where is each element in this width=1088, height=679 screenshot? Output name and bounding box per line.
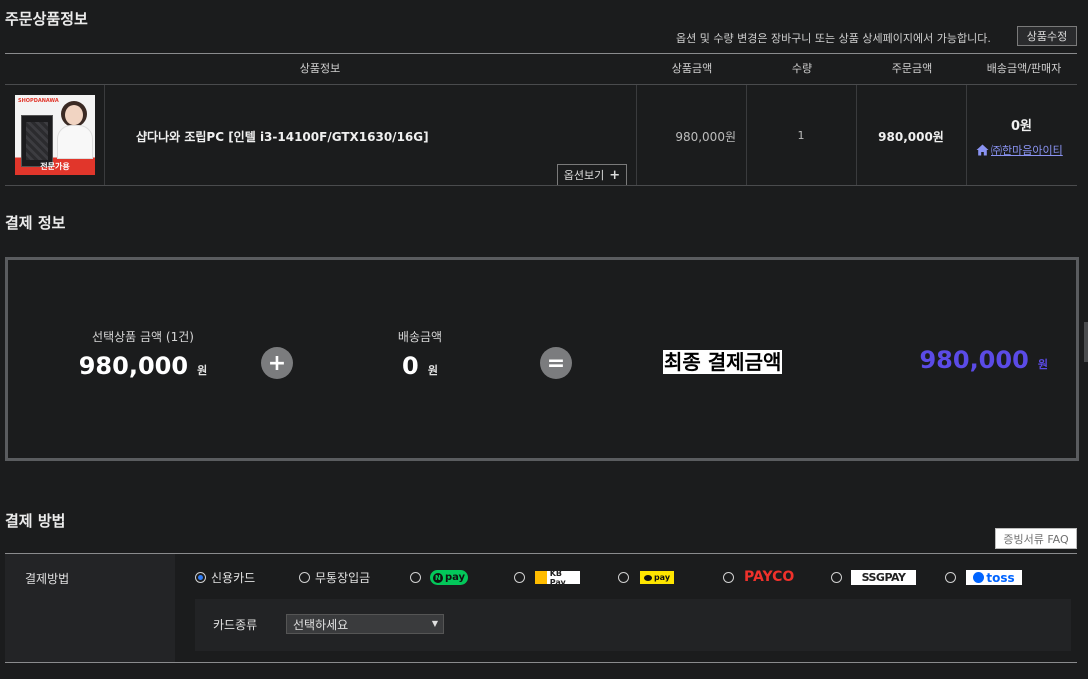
credit-card-label[interactable]: 신용카드 [211,569,255,586]
order-table-bottom-border [5,185,1077,186]
shipping-total: 0 원 [370,352,470,380]
final-amount-label: 최종 결제금액 [663,350,783,374]
won-unit: 원 [197,364,208,377]
product-thumbnail[interactable]: SHOPDANAWA 전문가용 [15,95,95,175]
seller-name: ㈜한마음아이티 [991,144,1063,157]
radio-payco[interactable] [723,572,734,583]
toss-text: toss [986,570,1015,585]
kb-pay-logo[interactable]: KB Pay [535,568,580,587]
won-unit: 원 [427,364,438,377]
home-icon [976,144,989,156]
radio-naver-pay[interactable] [410,572,421,583]
naver-n-icon: N [432,572,443,583]
product-quantity: 1 [797,129,805,142]
product-price: 980,000원 [675,130,736,144]
radio-bank-transfer[interactable] [299,572,310,583]
kakao-pay-text: pay [653,573,671,582]
shipping-total-value: 0 [402,352,419,380]
column-order-amount: 주문금액 [891,62,933,75]
radio-credit-card[interactable] [195,572,206,583]
radio-kakao-pay[interactable] [618,572,629,583]
toss-circle-icon [973,572,985,583]
row-divider [104,85,105,185]
thumb-badge: 전문가용 [40,161,70,171]
bank-transfer-label[interactable]: 무통장입금 [315,569,370,586]
radio-kb-pay[interactable] [514,572,525,583]
payment-method-title: 결제 방법 [5,512,66,530]
won-unit: 원 [1037,358,1048,371]
model-body-image [57,125,93,159]
view-options-button[interactable]: 옵션보기 + [557,164,627,186]
row-divider [966,85,967,185]
order-notice: 옵션 및 수량 변경은 장바구니 또는 상품 상세페이지에서 가능합니다. [676,32,991,45]
radio-ssg-pay[interactable] [831,572,842,583]
ssg-pay-logo[interactable]: SSGPAY [851,570,916,585]
toss-logo[interactable]: toss [966,570,1022,585]
payment-method-label: 결제방법 [25,572,70,586]
payco-logo[interactable]: PAYCO [744,569,794,585]
model-face-image [65,105,83,125]
kakao-pay-logo[interactable]: pay [640,571,674,584]
shipping-amount-label: 배송금액 [397,330,443,344]
shipping-amount: 0원 [1010,119,1032,134]
order-amount: 980,000원 [878,130,944,144]
payment-table-bottom-border [5,662,1077,663]
scroll-handle[interactable] [1084,322,1088,362]
selected-amount-value: 980,000 [78,352,189,380]
thumb-brand-logo: SHOPDANAWA [18,98,59,104]
column-product-info: 상품정보 [299,62,341,75]
order-table-header-divider [5,84,1077,85]
radio-toss[interactable] [945,572,956,583]
payment-info-title: 결제 정보 [5,214,66,232]
order-table-top-border [5,53,1077,54]
product-name-link[interactable]: 샵다나와 조립PC [인텔 i3-14100F/GTX1630/16G] [136,128,429,145]
edit-product-button[interactable]: 상품수정 [1017,26,1077,46]
kakao-bubble-icon [643,574,652,581]
final-amount: 980,000 원 [908,346,1048,374]
naver-pay-text: pay [444,572,466,583]
card-type-select-value: 선택하세요 [293,617,349,632]
naver-pay-logo[interactable]: N pay [430,570,468,585]
plus-icon: + [609,167,621,183]
order-section-title: 주문상품정보 [5,10,88,28]
kb-pay-text: KB Pay [549,568,566,587]
column-shipping-seller: 배송금액/판매자 [986,62,1062,75]
column-product-price: 상품금액 [671,62,713,75]
kb-star-icon [535,571,547,584]
final-amount-value: 980,000 [919,346,1029,374]
card-type-panel: 카드종류 선택하세요 ▼ [195,599,1071,651]
payment-summary-box: 선택상품 금액 (1건) 980,000 원 + 배송금액 0 원 = 최종 결… [5,257,1079,461]
equals-icon: = [540,347,572,379]
receipt-faq-button[interactable]: 증빙서류 FAQ [995,528,1077,549]
seller-link[interactable]: ㈜한마음아이티 [976,142,1063,158]
plus-icon: + [261,347,293,379]
chevron-down-icon: ▼ [431,619,438,628]
view-options-label: 옵션보기 [563,169,605,182]
card-type-label: 카드종류 [213,618,258,632]
card-type-select[interactable]: 선택하세요 ▼ [286,614,444,634]
payment-method-label-cell: 결제방법 [5,554,175,662]
selected-amount: 980,000 원 [8,352,278,380]
column-quantity: 수량 [791,62,813,75]
selected-amount-label: 선택상품 금액 (1건) [92,330,194,344]
